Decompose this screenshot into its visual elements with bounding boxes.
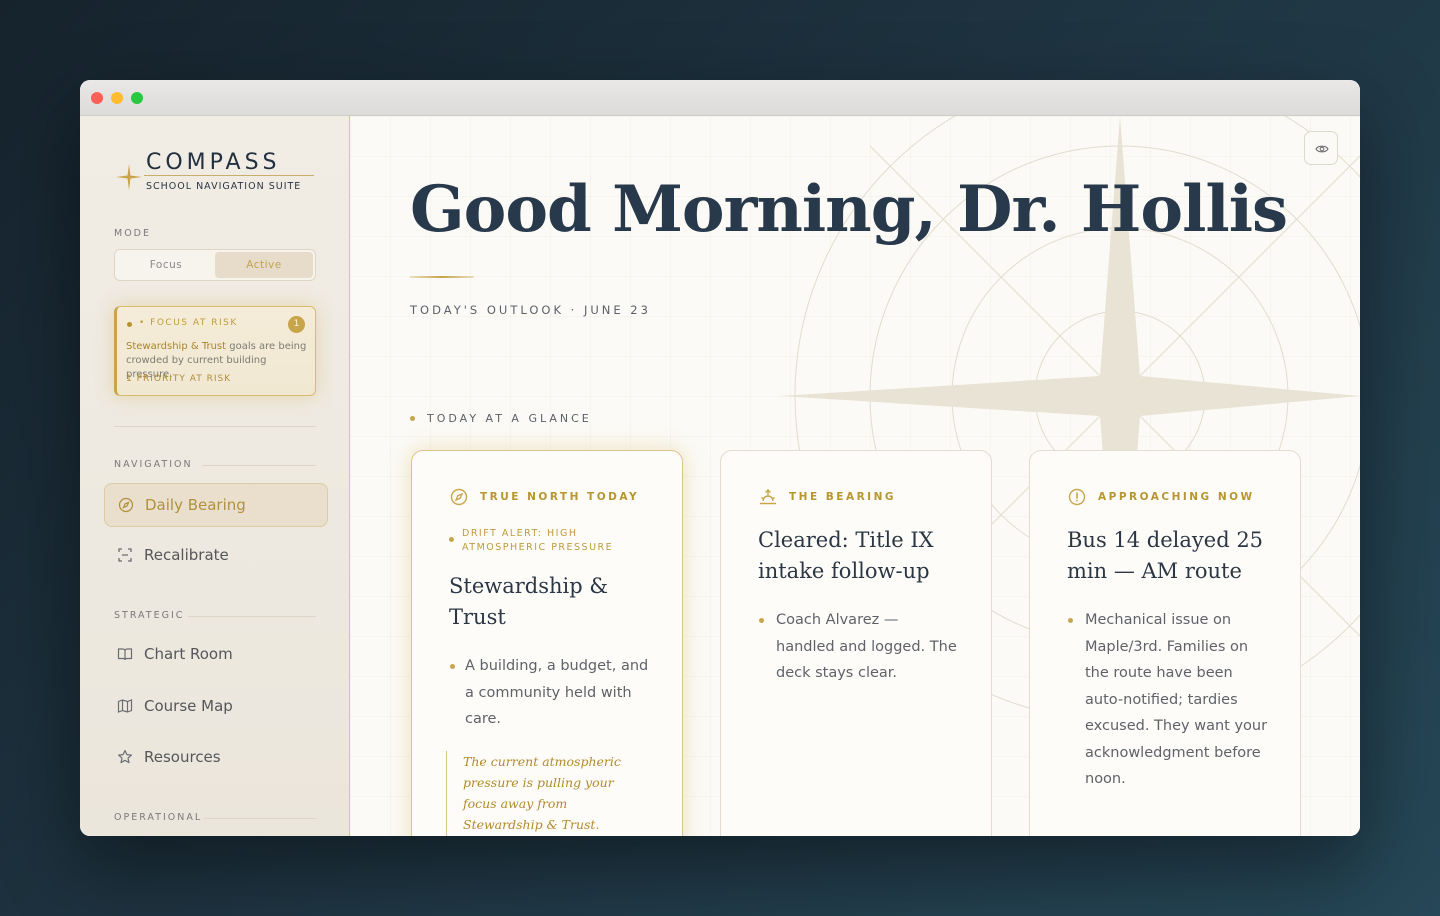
minimize-window-button[interactable]	[111, 92, 123, 104]
sidebar-item-daily-bearing[interactable]: Daily Bearing	[104, 483, 328, 527]
sidebar-item-course-map[interactable]: Course Map	[104, 685, 328, 729]
card-title: Bus 14 delayed 25 min — AM route	[1067, 528, 1264, 583]
body-bullet	[759, 618, 764, 623]
section-heading: TODAY AT A GLANCE	[427, 412, 592, 425]
sidebar-item-label: Chart Room	[144, 645, 233, 663]
title-underline	[410, 276, 474, 278]
navigation-rule	[202, 465, 316, 466]
operational-label: OPERATIONAL	[114, 812, 203, 823]
body-bullet	[450, 664, 455, 669]
book-icon	[117, 648, 133, 661]
focus-at-risk-card[interactable]: • FOCUS AT RISK 1 Stewardship & Trust go…	[114, 306, 316, 396]
risk-highlight: Stewardship & Trust	[126, 341, 227, 352]
title-bar	[80, 80, 1360, 116]
body-bullet	[1068, 618, 1073, 623]
page-title: Good Morning, Dr. Hollis	[410, 172, 1288, 247]
sunrise-icon	[760, 489, 776, 505]
alert-circle-icon	[1068, 488, 1086, 506]
sidebar-item-recalibrate[interactable]: Recalibrate	[104, 534, 328, 578]
card-body: A building, a budget, and a community he…	[465, 658, 649, 727]
compass-star-icon	[116, 164, 142, 190]
risk-title: • FOCUS AT RISK	[139, 318, 238, 328]
outlook-date: TODAY'S OUTLOOK · JUNE 23	[410, 303, 651, 317]
sidebar-item-label: Course Map	[144, 697, 233, 715]
close-window-button[interactable]	[91, 92, 103, 104]
card-title: Cleared: Title IX intake follow-up	[758, 528, 934, 583]
mode-option-active[interactable]: Active	[215, 252, 313, 278]
compass-icon	[118, 497, 134, 513]
strategic-label: STRATEGIC	[114, 610, 185, 621]
mode-option-focus[interactable]: Focus	[117, 252, 215, 278]
brand-divider	[144, 175, 314, 176]
sidebar-item-label: Resources	[144, 748, 221, 766]
app-window: COMPASS SCHOOL NAVIGATION SUITE MODE Foc…	[80, 80, 1360, 836]
risk-count-badge: 1	[288, 316, 305, 333]
risk-bullet	[127, 322, 132, 327]
card-kicker: TRUE NORTH TODAY	[480, 491, 640, 503]
operational-rule	[204, 818, 316, 819]
zoom-window-button[interactable]	[131, 92, 143, 104]
sidebar-item-chart-room[interactable]: Chart Room	[104, 633, 328, 677]
sidebar-divider	[114, 426, 316, 427]
eye-icon	[1315, 145, 1329, 153]
card-title: Stewardship & Trust	[449, 574, 609, 629]
star-icon	[118, 749, 132, 764]
map-icon	[117, 699, 133, 713]
mode-toggle: Focus Active	[114, 249, 316, 281]
mode-label: MODE	[114, 228, 151, 239]
brand-title: COMPASS	[146, 150, 281, 175]
scan-icon	[118, 548, 132, 562]
card-kicker: THE BEARING	[789, 491, 896, 503]
sidebar-item-label: Daily Bearing	[145, 496, 246, 514]
navigation-label: NAVIGATION	[114, 459, 193, 470]
main-content: Good Morning, Dr. Hollis TODAY'S OUTLOOK…	[350, 116, 1360, 836]
risk-footer: 1 PRIORITY AT RISK	[126, 374, 232, 384]
card-body: Coach Alvarez — handled and logged. The …	[776, 612, 957, 681]
glance-bullet	[410, 416, 415, 421]
brand-subtitle: SCHOOL NAVIGATION SUITE	[146, 181, 302, 192]
sidebar: COMPASS SCHOOL NAVIGATION SUITE MODE Foc…	[80, 116, 350, 836]
sidebar-item-resources[interactable]: Resources	[104, 736, 328, 780]
approaching-now-card[interactable]: APPROACHING NOW Bus 14 delayed 25 min — …	[1029, 450, 1301, 836]
card-body: Mechanical issue on Maple/3rd. Families …	[1085, 612, 1268, 787]
true-north-card[interactable]: TRUE NORTH TODAY DRIFT ALERT: HIGH ATMOS…	[411, 450, 683, 836]
focus-quote: The current atmospheric pressure is pull…	[446, 751, 646, 836]
visibility-toggle-button[interactable]	[1304, 131, 1338, 165]
sidebar-item-label: Recalibrate	[144, 546, 229, 564]
drift-alert: DRIFT ALERT: HIGH ATMOSPHERIC PRESSURE	[462, 528, 614, 553]
strategic-rule	[188, 616, 316, 617]
compass-icon	[450, 488, 468, 506]
card-kicker: APPROACHING NOW	[1098, 491, 1255, 503]
bearing-card[interactable]: THE BEARING Cleared: Title IX intake fol…	[720, 450, 992, 836]
drift-bullet	[449, 537, 454, 542]
